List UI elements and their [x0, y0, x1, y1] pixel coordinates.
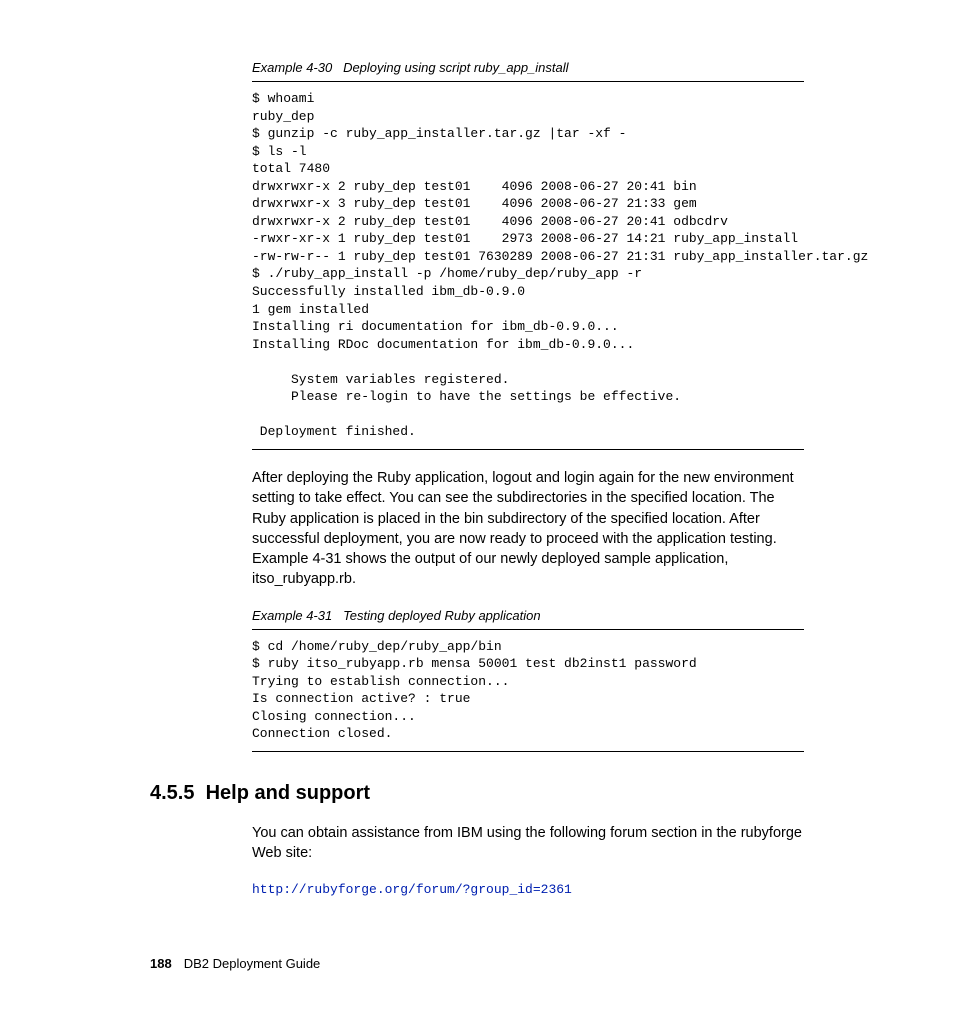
rubyforge-link[interactable]: http://rubyforge.org/forum/?group_id=236… — [252, 882, 804, 897]
page-content: Example 4-30 Deploying using script ruby… — [0, 0, 954, 897]
section-number: 4.5.5 — [150, 782, 194, 804]
page-footer: 188 DB2 Deployment Guide — [150, 956, 320, 971]
paragraph-2: You can obtain assistance from IBM using… — [252, 823, 804, 864]
example-caption-2: Example 4-31 Testing deployed Ruby appli… — [252, 608, 804, 623]
code-block-1: $ whoami ruby_dep $ gunzip -c ruby_app_i… — [252, 81, 804, 450]
example-number-1: Example 4-30 — [252, 60, 332, 75]
section-title: Help and support — [206, 782, 370, 804]
example-title-2: Testing deployed Ruby application — [343, 608, 541, 623]
book-title: DB2 Deployment Guide — [184, 956, 321, 971]
code-block-2: $ cd /home/ruby_dep/ruby_app/bin $ ruby … — [252, 629, 804, 752]
example-title-1: Deploying using script ruby_app_install — [343, 60, 568, 75]
section-heading: 4.5.5 Help and support — [150, 782, 804, 805]
paragraph-1: After deploying the Ruby application, lo… — [252, 468, 804, 590]
example-caption-1: Example 4-30 Deploying using script ruby… — [252, 60, 804, 75]
page-number: 188 — [150, 956, 172, 971]
example-number-2: Example 4-31 — [252, 608, 332, 623]
